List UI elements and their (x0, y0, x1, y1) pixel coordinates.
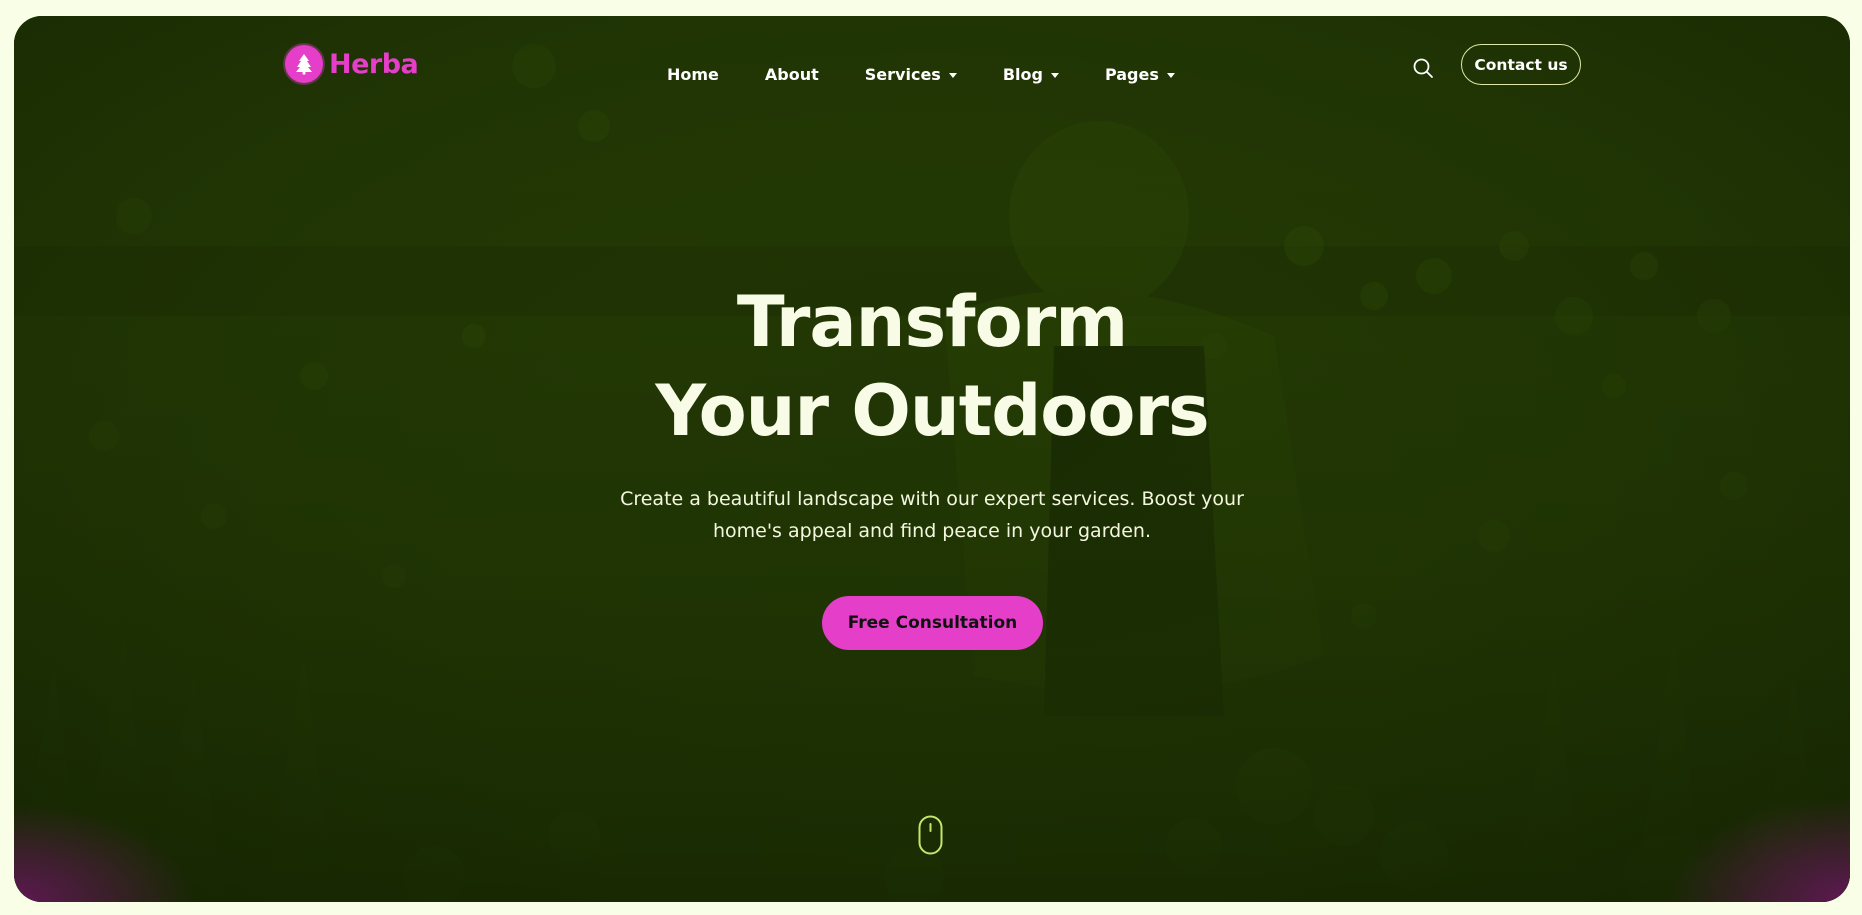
brand-name: Herba (329, 48, 419, 80)
hero-headline: Transform Your Outdoors (14, 278, 1850, 456)
headline-line-1: Transform (736, 281, 1128, 363)
contact-us-button[interactable]: Contact us (1461, 44, 1581, 85)
nav-item-home[interactable]: Home (667, 65, 719, 84)
brand-logo[interactable]: Herba (285, 45, 419, 83)
hero-subtext: Create a beautiful landscape with our ex… (620, 488, 1244, 542)
nav-item-services[interactable]: Services (865, 65, 957, 84)
hero-section: Herba Home About Services Blog Pages Con… (14, 16, 1850, 902)
search-icon (1413, 58, 1433, 78)
mouse-scroll-icon[interactable] (918, 815, 943, 855)
caret-down-icon (1166, 72, 1175, 78)
hero-background-image (14, 16, 1850, 902)
nav-item-label: Services (864, 65, 941, 84)
main-nav: Home About Services Blog Pages (667, 65, 1221, 84)
tree-icon (285, 45, 323, 83)
free-consultation-button[interactable]: Free Consultation (822, 596, 1043, 650)
nav-item-pages[interactable]: Pages (1105, 65, 1175, 84)
nav-item-label: Pages (1104, 65, 1159, 84)
caret-down-icon (948, 72, 957, 78)
caret-down-icon (1050, 72, 1059, 78)
nav-item-label: Home (667, 65, 719, 84)
nav-item-blog[interactable]: Blog (1003, 65, 1059, 84)
headline-line-2: Your Outdoors (655, 370, 1209, 452)
search-button[interactable] (1407, 52, 1439, 84)
nav-item-label: Blog (1002, 65, 1043, 84)
nav-item-about[interactable]: About (765, 65, 819, 84)
nav-item-label: About (764, 65, 819, 84)
